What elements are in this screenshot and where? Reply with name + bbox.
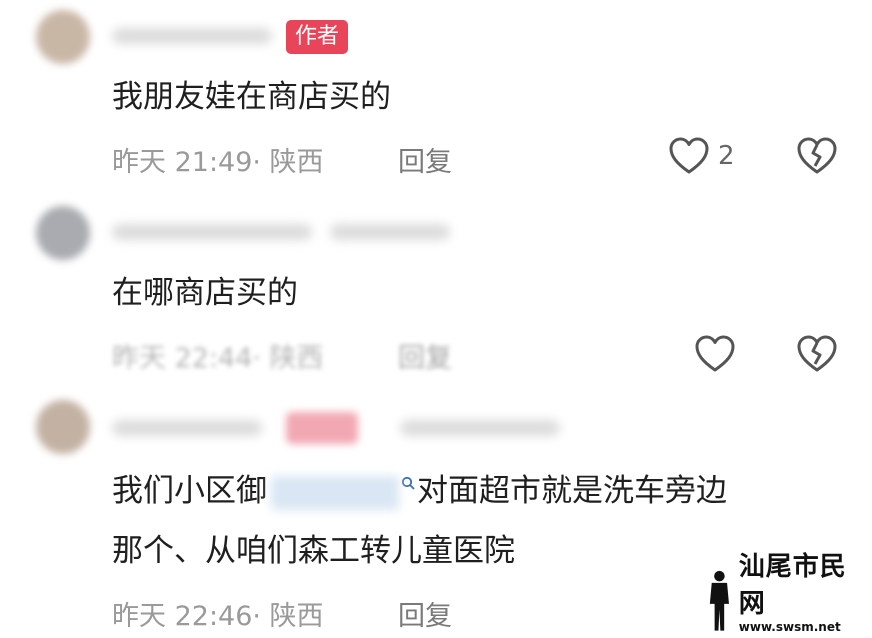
broken-heart-icon (797, 137, 837, 174)
heart-outline-icon (695, 335, 735, 372)
text-segment: 我们小区 (112, 473, 236, 509)
avatar[interactable] (36, 400, 90, 454)
text-segment: 对面超市就是洗车旁边 (417, 473, 727, 509)
search-icon[interactable] (401, 476, 415, 490)
avatar[interactable] (36, 206, 90, 260)
comment-meta: 昨天 21:49· 陕西 (112, 147, 324, 178)
comment-text: 我们小区御 对面超市就是洗车旁边 (112, 462, 727, 520)
watermark-title: 汕尾市民网 (738, 552, 847, 619)
broken-heart-icon (797, 335, 837, 372)
comment-text-line2: 那个、从咱们森工转儿童医院 (112, 533, 515, 569)
text-segment: 御 (236, 473, 267, 509)
like-button[interactable] (694, 334, 736, 374)
watermark-url: www.swsm.net (738, 620, 841, 634)
dislike-button[interactable] (796, 334, 838, 378)
mention-blurred[interactable] (271, 475, 399, 510)
badge-blurred (286, 412, 358, 444)
username-blurred[interactable] (112, 224, 312, 240)
username-blurred (330, 224, 450, 240)
person-silhouette-icon (709, 570, 729, 631)
comment-text: 在哪商店买的 (112, 275, 298, 311)
watermark: 汕尾市民网 www.swsm.net (706, 552, 868, 634)
watermark-text: 汕尾市民网 www.swsm.net (739, 546, 868, 634)
like-count: 2 (718, 141, 735, 171)
heart-outline-icon (669, 137, 709, 174)
reply-button[interactable]: 回复 (398, 140, 452, 179)
username-blurred (400, 420, 560, 436)
username-blurred[interactable] (112, 28, 272, 44)
avatar[interactable] (36, 10, 90, 64)
like-button[interactable]: 2 (668, 136, 735, 176)
author-badge: 作者 (286, 20, 349, 54)
dislike-button[interactable] (796, 136, 838, 180)
comment-meta: 昨天 22:44· 陕西 (112, 343, 324, 374)
reply-button[interactable]: 回复 (398, 594, 452, 633)
comment-text: 我朋友娃在商店买的 (112, 79, 391, 115)
username-blurred[interactable] (112, 420, 262, 436)
comment-meta: 昨天 22:46· 陕西 (112, 601, 324, 632)
reply-button[interactable]: 回复 (398, 336, 452, 375)
